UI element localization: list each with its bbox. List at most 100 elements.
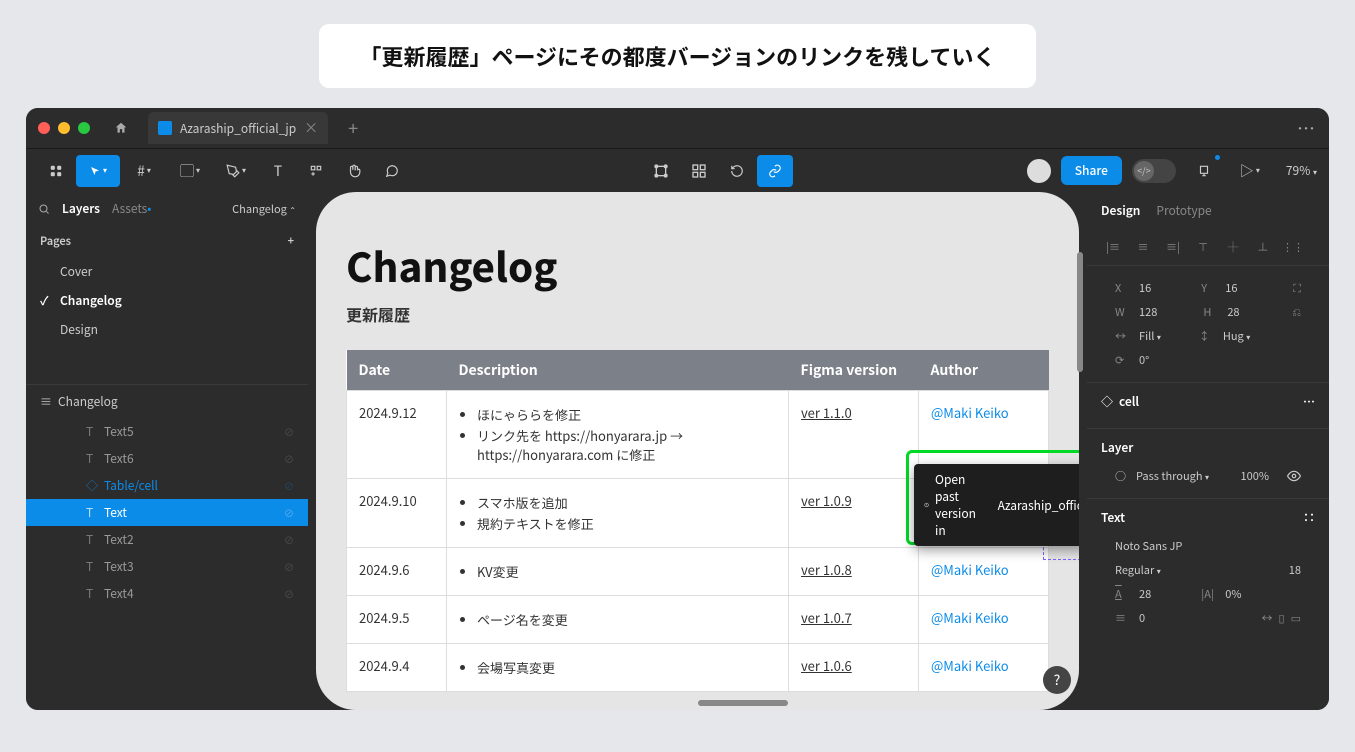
- layer-item[interactable]: TText⊘: [26, 499, 308, 526]
- layers-tab[interactable]: Layers: [62, 200, 100, 217]
- hand-tool[interactable]: [336, 155, 372, 187]
- opacity-value[interactable]: 100%: [1241, 468, 1269, 484]
- x-value[interactable]: 16: [1139, 280, 1151, 296]
- more-icon[interactable]: ⋯: [1297, 115, 1317, 141]
- file-tab[interactable]: Azaraship_official_jp ×: [148, 112, 328, 144]
- maximize-window-button[interactable]: [78, 122, 90, 134]
- lineheight-value[interactable]: 28: [1139, 586, 1151, 602]
- layer-item[interactable]: TText4⊘: [26, 580, 308, 607]
- frame-tool[interactable]: #▾: [122, 155, 166, 187]
- minimize-window-button[interactable]: [58, 122, 70, 134]
- w-value[interactable]: 128: [1139, 304, 1157, 320]
- zoom-level[interactable]: 79% ▾: [1286, 162, 1317, 179]
- hidden-icon[interactable]: ⊘: [284, 478, 294, 493]
- layer-item[interactable]: TText6⊘: [26, 445, 308, 472]
- text-settings-icon[interactable]: ∷: [1303, 509, 1315, 526]
- version-link[interactable]: ver 1.0.8: [801, 560, 852, 579]
- avatar[interactable]: [1027, 159, 1051, 183]
- version-cell: ver 1.0.9: [789, 479, 919, 548]
- design-tab[interactable]: Design: [1101, 202, 1140, 219]
- page-dropdown[interactable]: Changelog ⌃: [232, 201, 296, 217]
- layer-item[interactable]: TText3⊘: [26, 553, 308, 580]
- frame-header[interactable]: ≡ Changelog: [26, 384, 308, 418]
- author-link[interactable]: @Maki Keiko: [931, 608, 1009, 627]
- hidden-icon[interactable]: ⊘: [284, 586, 294, 601]
- hidden-icon[interactable]: ⊘: [284, 505, 294, 520]
- new-tab-button[interactable]: +: [348, 115, 358, 141]
- hug-value[interactable]: Hug ▾: [1223, 328, 1250, 344]
- page-item[interactable]: Cover: [26, 257, 308, 286]
- visibility-icon[interactable]: [1287, 469, 1301, 483]
- layer-item[interactable]: TText2⊘: [26, 526, 308, 553]
- align-hcenter-icon[interactable]: ≡: [1131, 237, 1155, 257]
- paragraph-value[interactable]: 0: [1139, 610, 1145, 626]
- page-item[interactable]: Design: [26, 315, 308, 344]
- version-link[interactable]: ver 1.0.9: [801, 491, 852, 510]
- comment-tool[interactable]: [374, 155, 410, 187]
- resources-tool[interactable]: [298, 155, 334, 187]
- blend-mode[interactable]: Pass through ▾: [1136, 468, 1209, 484]
- dev-mode-toggle[interactable]: </>: [1132, 159, 1176, 183]
- version-link[interactable]: ver 1.0.7: [801, 608, 852, 627]
- move-tool[interactable]: ▾: [76, 155, 120, 187]
- figma-window: Azaraship_official_jp × + ⋯ ▾ #▾ ▢▾ ▾ T: [26, 108, 1329, 710]
- author-link[interactable]: @Maki Keiko: [931, 560, 1009, 579]
- text-tool[interactable]: T: [260, 155, 296, 187]
- font-size[interactable]: 18: [1289, 562, 1301, 578]
- date-cell: 2024.9.6: [347, 548, 447, 596]
- letterspacing-value[interactable]: 0%: [1225, 586, 1241, 602]
- distribute-icon[interactable]: ⋮⋮: [1281, 237, 1305, 257]
- hidden-icon[interactable]: ⊘: [284, 559, 294, 574]
- vertical-scrollbar[interactable]: [1077, 252, 1083, 372]
- author-link[interactable]: @Maki Keiko: [931, 656, 1009, 675]
- figma-menu-icon[interactable]: [38, 155, 74, 187]
- home-icon[interactable]: [114, 121, 128, 135]
- edit-object-icon[interactable]: [643, 155, 679, 187]
- align-top-icon[interactable]: ⊤: [1191, 237, 1215, 257]
- version-cell: ver 1.0.6: [789, 644, 919, 692]
- add-page-icon[interactable]: +: [288, 233, 294, 249]
- close-tab-icon[interactable]: ×: [304, 118, 318, 138]
- expand-position-icon[interactable]: ⛶: [1293, 280, 1301, 296]
- hidden-icon[interactable]: ⊘: [284, 532, 294, 547]
- link-dimensions-icon[interactable]: ⎌: [1292, 304, 1301, 320]
- author-link[interactable]: @Maki Keiko: [931, 403, 1009, 422]
- hidden-icon[interactable]: ⊘: [284, 424, 294, 439]
- search-icon[interactable]: [38, 203, 50, 215]
- share-button[interactable]: Share: [1061, 156, 1122, 185]
- play-icon[interactable]: ▷▾: [1232, 155, 1268, 187]
- page-item[interactable]: Changelog: [26, 286, 308, 315]
- y-value[interactable]: 16: [1225, 280, 1237, 296]
- assets-tab[interactable]: Assets•: [112, 200, 151, 217]
- shape-tool[interactable]: ▢▾: [168, 155, 212, 187]
- fixed-size-icon[interactable]: ▭: [1291, 610, 1301, 626]
- pen-tool[interactable]: ▾: [214, 155, 258, 187]
- reset-icon[interactable]: [719, 155, 755, 187]
- version-link[interactable]: ver 1.0.6: [801, 656, 852, 675]
- link-tool[interactable]: [757, 155, 793, 187]
- hidden-icon[interactable]: ⊘: [284, 451, 294, 466]
- component-tool[interactable]: [681, 155, 717, 187]
- auto-height-icon[interactable]: ▯: [1279, 610, 1285, 626]
- horizontal-scrollbar[interactable]: [698, 700, 788, 706]
- help-button[interactable]: ?: [1043, 666, 1071, 694]
- align-left-icon[interactable]: |≡: [1101, 237, 1125, 257]
- rotation-value[interactable]: 0°: [1139, 352, 1149, 368]
- canvas[interactable]: Changelog 更新履歴 DateDescriptionFigma vers…: [308, 192, 1087, 710]
- layer-item[interactable]: ◇Table/cell⊘: [26, 472, 308, 499]
- layer-item[interactable]: TText5⊘: [26, 418, 308, 445]
- component-more-icon[interactable]: ⋯: [1303, 393, 1315, 410]
- h-value[interactable]: 28: [1227, 304, 1239, 320]
- present-icon[interactable]: [1186, 155, 1222, 187]
- prototype-tab[interactable]: Prototype: [1156, 202, 1211, 219]
- font-weight[interactable]: Regular ▾: [1115, 562, 1161, 578]
- font-family[interactable]: Noto Sans JP: [1115, 538, 1182, 554]
- version-link[interactable]: ver 1.1.0: [801, 403, 852, 422]
- align-bottom-icon[interactable]: ⊥: [1251, 237, 1275, 257]
- align-right-icon[interactable]: ≡|: [1161, 237, 1185, 257]
- fill-value[interactable]: Fill ▾: [1139, 328, 1161, 344]
- component-name[interactable]: cell: [1119, 393, 1139, 410]
- close-window-button[interactable]: [38, 122, 50, 134]
- auto-width-icon[interactable]: ↔: [1262, 610, 1273, 626]
- align-vcenter-icon[interactable]: ┼: [1221, 237, 1245, 257]
